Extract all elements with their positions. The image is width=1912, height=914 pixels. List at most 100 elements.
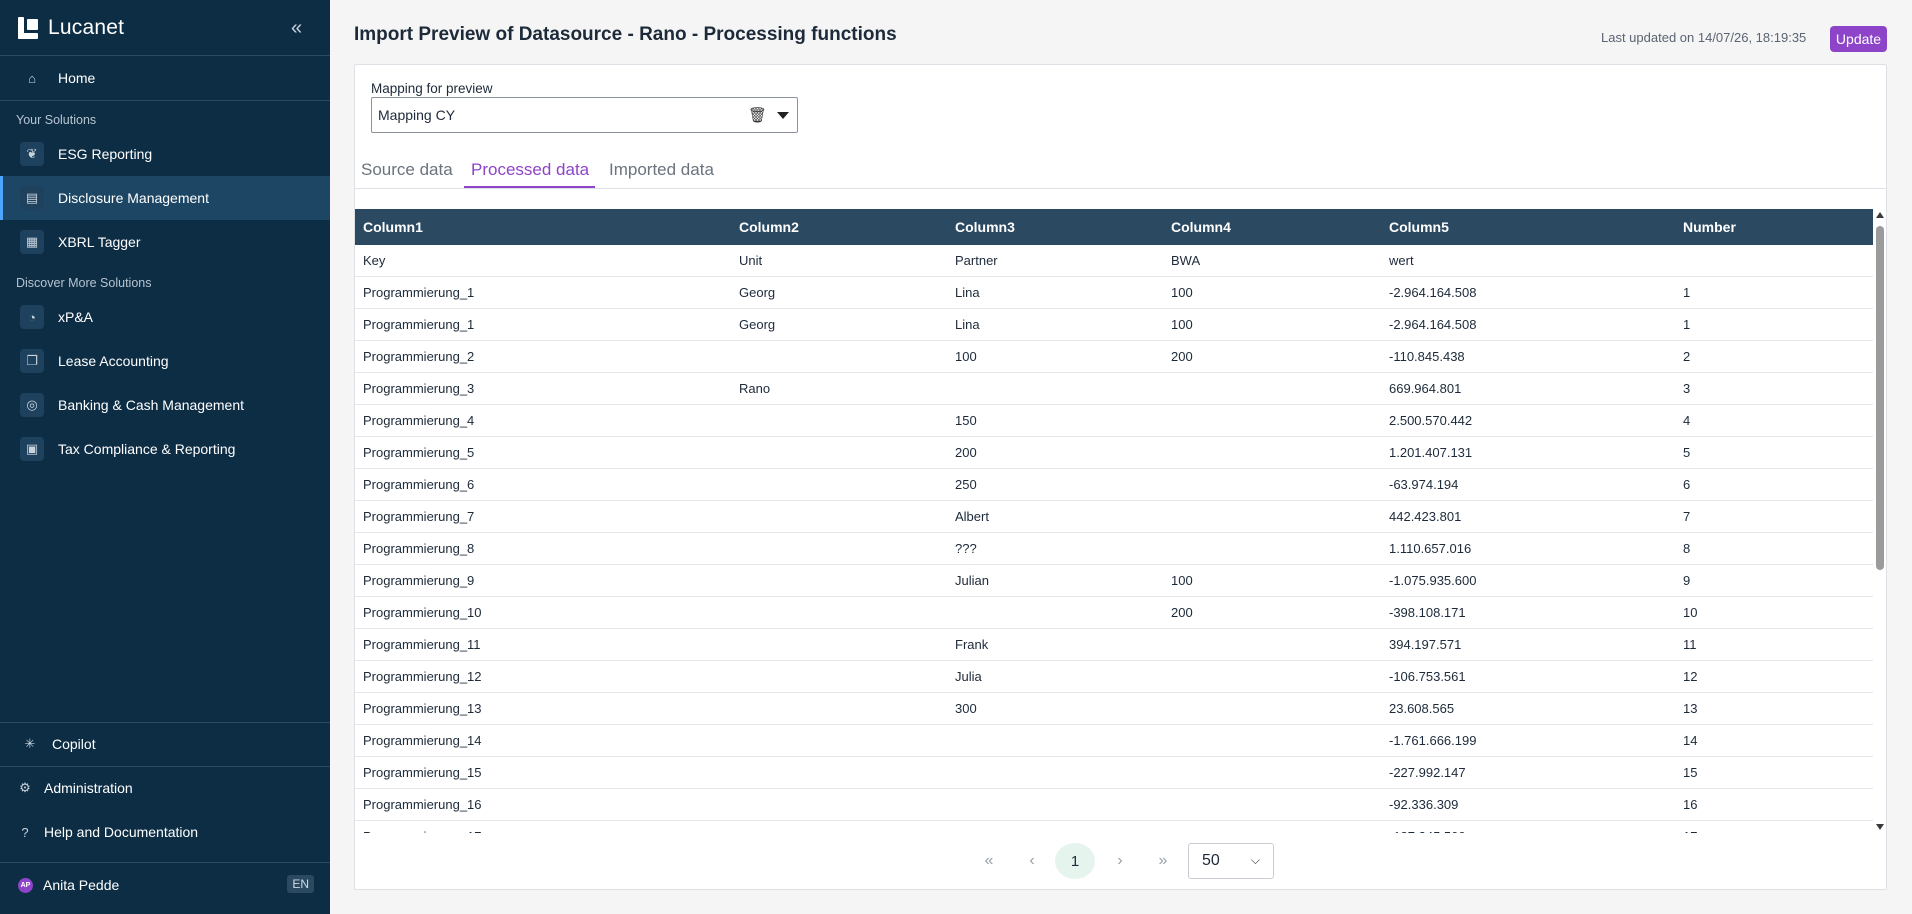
scroll-up-icon[interactable] xyxy=(1876,212,1884,218)
table-cell: 669.964.801 xyxy=(1389,381,1462,396)
table-cell: 250 xyxy=(955,477,977,492)
scrollbar-thumb[interactable] xyxy=(1876,226,1884,570)
gear-icon: ⚙ xyxy=(19,780,31,795)
lease-icon: ❐ xyxy=(20,349,44,373)
sidebar-item-xbrl-tagger[interactable]: ▦ XBRL Tagger xyxy=(0,220,330,264)
table-row[interactable]: Programmierung_1 Georg Lina 100 -2.964.164.5… xyxy=(355,277,1873,309)
sparkle-icon: ✳ xyxy=(24,736,36,751)
table-cell: 200 xyxy=(1171,605,1193,620)
table-cell: Julia xyxy=(955,669,982,684)
table-cell: Key xyxy=(363,253,386,268)
sidebar-item-label: Lease Accounting xyxy=(58,353,169,369)
table-cell: 2.500.570.442 xyxy=(1389,413,1473,428)
table-row[interactable]: Programmierung_11 Frank 394.197.571 11 xyxy=(355,629,1873,661)
vertical-scrollbar[interactable] xyxy=(1874,209,1886,833)
sidebar-item-copilot[interactable]: ✳ Copilot xyxy=(0,722,330,766)
sidebar-item-esg-reporting[interactable]: ❦ ESG Reporting xyxy=(0,132,330,176)
leaf-icon: ❦ xyxy=(20,142,44,166)
table-row[interactable]: Programmierung_14 -1.761.666.199 14 xyxy=(355,725,1873,757)
table-row[interactable]: Programmierung_7 Albert 442.423.801 7 xyxy=(355,501,1873,533)
column-header[interactable]: Number xyxy=(1675,219,1873,235)
column-header[interactable]: Column1 xyxy=(355,219,731,235)
table-row[interactable]: Programmierung_9 Julian 100 -1.075.935.600 9 xyxy=(355,565,1873,597)
table-cell: 9 xyxy=(1683,573,1691,588)
prev-page-icon[interactable]: ‹ xyxy=(1022,843,1042,879)
table-row[interactable]: Programmierung_17 -187.245.50017 xyxy=(355,821,1873,833)
sidebar-item-label: Copilot xyxy=(52,736,96,752)
data-table: Column1 Column2 Column3 Column4 Column5 Numbe… xyxy=(355,209,1873,833)
table-body: Key Unit Partner BWA wert Programmierung_1 Geo… xyxy=(355,245,1873,833)
caret-down-icon[interactable] xyxy=(777,112,789,119)
sidebar-item-xpa[interactable]: ◔ xP&A xyxy=(0,295,330,339)
first-page-icon[interactable]: « xyxy=(978,843,1000,879)
table-row[interactable]: Programmierung_2 100 200 -110.845.438 2 xyxy=(355,341,1873,373)
table-row[interactable]: Programmierung_1 Georg Lina 100 -2.964.164.5… xyxy=(355,309,1873,341)
page-size-value: 50 xyxy=(1202,852,1220,869)
sidebar-item-disclosure-management[interactable]: ▤ Disclosure Management xyxy=(0,176,330,220)
table-cell: -227.992.147 xyxy=(1389,765,1466,780)
table-row[interactable]: Programmierung_3 Rano 669.964.801 3 xyxy=(355,373,1873,405)
column-header[interactable]: Column4 xyxy=(1163,219,1381,235)
mapping-select[interactable]: Mapping CY 🗑 xyxy=(371,97,798,133)
column-header[interactable]: Column2 xyxy=(731,219,947,235)
user-name: Anita Pedde xyxy=(43,877,120,893)
lucanet-logo-icon xyxy=(18,16,38,39)
table-row[interactable]: Programmierung_5 200 1.201.407.131 5 xyxy=(355,437,1873,469)
tab-imported-data[interactable]: Imported data xyxy=(609,160,714,180)
table-row[interactable]: Programmierung_12 Julia -106.753.561 12 xyxy=(355,661,1873,693)
page-size-select[interactable]: 50 ⌵ xyxy=(1188,843,1274,879)
avatar: AP xyxy=(18,877,33,893)
column-header[interactable]: Column5 xyxy=(1381,219,1675,235)
section-your-solutions: Your Solutions xyxy=(16,113,97,127)
tab-source-data[interactable]: Source data xyxy=(361,160,453,180)
sidebar-item-tax-compliance[interactable]: ▣ Tax Compliance & Reporting xyxy=(0,427,330,471)
table-cell: 3 xyxy=(1683,381,1691,396)
tabs-divider xyxy=(355,188,1886,189)
next-page-icon[interactable]: › xyxy=(1110,843,1130,879)
sidebar-item-home[interactable]: ⌂ Home xyxy=(0,56,330,100)
table-cell: 1 xyxy=(1683,317,1691,332)
sidebar-item-administration[interactable]: ⚙ Administration xyxy=(0,766,330,810)
tax-icon: ▣ xyxy=(20,437,44,461)
sidebar-item-label: Help and Documentation xyxy=(44,824,199,840)
tag-icon: ▦ xyxy=(20,230,44,254)
table-row[interactable]: Programmierung_8??? 1.110.657.016 8 xyxy=(355,533,1873,565)
tab-processed-data[interactable]: Processed data xyxy=(471,160,589,180)
table-row[interactable]: Programmierung_4 150 2.500.570.442 4 xyxy=(355,405,1873,437)
sidebar-item-label: Banking & Cash Management xyxy=(58,397,244,413)
table-row[interactable]: Programmierung_15 -227.992.147 15 xyxy=(355,757,1873,789)
table-header: Column1 Column2 Column3 Column4 Column5 Numbe… xyxy=(355,209,1873,245)
table-cell: -1.761.666.199 xyxy=(1389,733,1477,748)
update-button[interactable]: Update xyxy=(1830,26,1887,52)
table-cell: 100 xyxy=(1171,285,1193,300)
sidebar-item-label: ESG Reporting xyxy=(58,146,153,162)
table-cell: Georg xyxy=(739,285,776,300)
page-number-button[interactable]: 1 xyxy=(1055,843,1095,879)
table-cell: -110.845.438 xyxy=(1389,349,1465,364)
document-chat-icon: ▤ xyxy=(20,186,44,210)
table-cell: 100 xyxy=(955,349,977,364)
table-cell: 12 xyxy=(1683,669,1698,684)
user-profile[interactable]: AP Anita Pedde EN xyxy=(0,863,330,907)
sidebar-item-banking[interactable]: ◎ Banking & Cash Management xyxy=(0,383,330,427)
table-cell: 8 xyxy=(1683,541,1691,556)
scroll-down-icon[interactable] xyxy=(1876,824,1884,830)
table-row[interactable]: Programmierung_6 250 -63.974.194 6 xyxy=(355,469,1873,501)
sidebar-item-lease-accounting[interactable]: ❐ Lease Accounting xyxy=(0,339,330,383)
table-cell: Julian xyxy=(955,573,989,588)
table-row[interactable]: Programmierung_10 200 -398.108.171 10 xyxy=(355,597,1873,629)
last-page-icon[interactable]: » xyxy=(1152,843,1174,879)
collapse-sidebar-icon[interactable]: « xyxy=(291,17,302,40)
table-cell: Georg xyxy=(739,317,776,332)
table-cell: -92.336.309 xyxy=(1389,797,1459,812)
sidebar-item-help[interactable]: ? Help and Documentation xyxy=(0,810,330,854)
column-header[interactable]: Column3 xyxy=(947,219,1163,235)
trash-icon[interactable]: 🗑 xyxy=(748,106,767,124)
table-cell: Programmierung_1 xyxy=(363,285,475,300)
table-cell: Programmierung_1 xyxy=(363,317,475,332)
table-cell: 23.608.565 xyxy=(1389,701,1455,716)
table-row[interactable]: Programmierung_13 300 23.608.565 13 xyxy=(355,693,1873,725)
table-row[interactable]: Programmierung_16 -92.336.309 16 xyxy=(355,789,1873,821)
language-badge[interactable]: EN xyxy=(287,875,314,893)
table-row[interactable]: Key Unit Partner BWA wert xyxy=(355,245,1873,277)
